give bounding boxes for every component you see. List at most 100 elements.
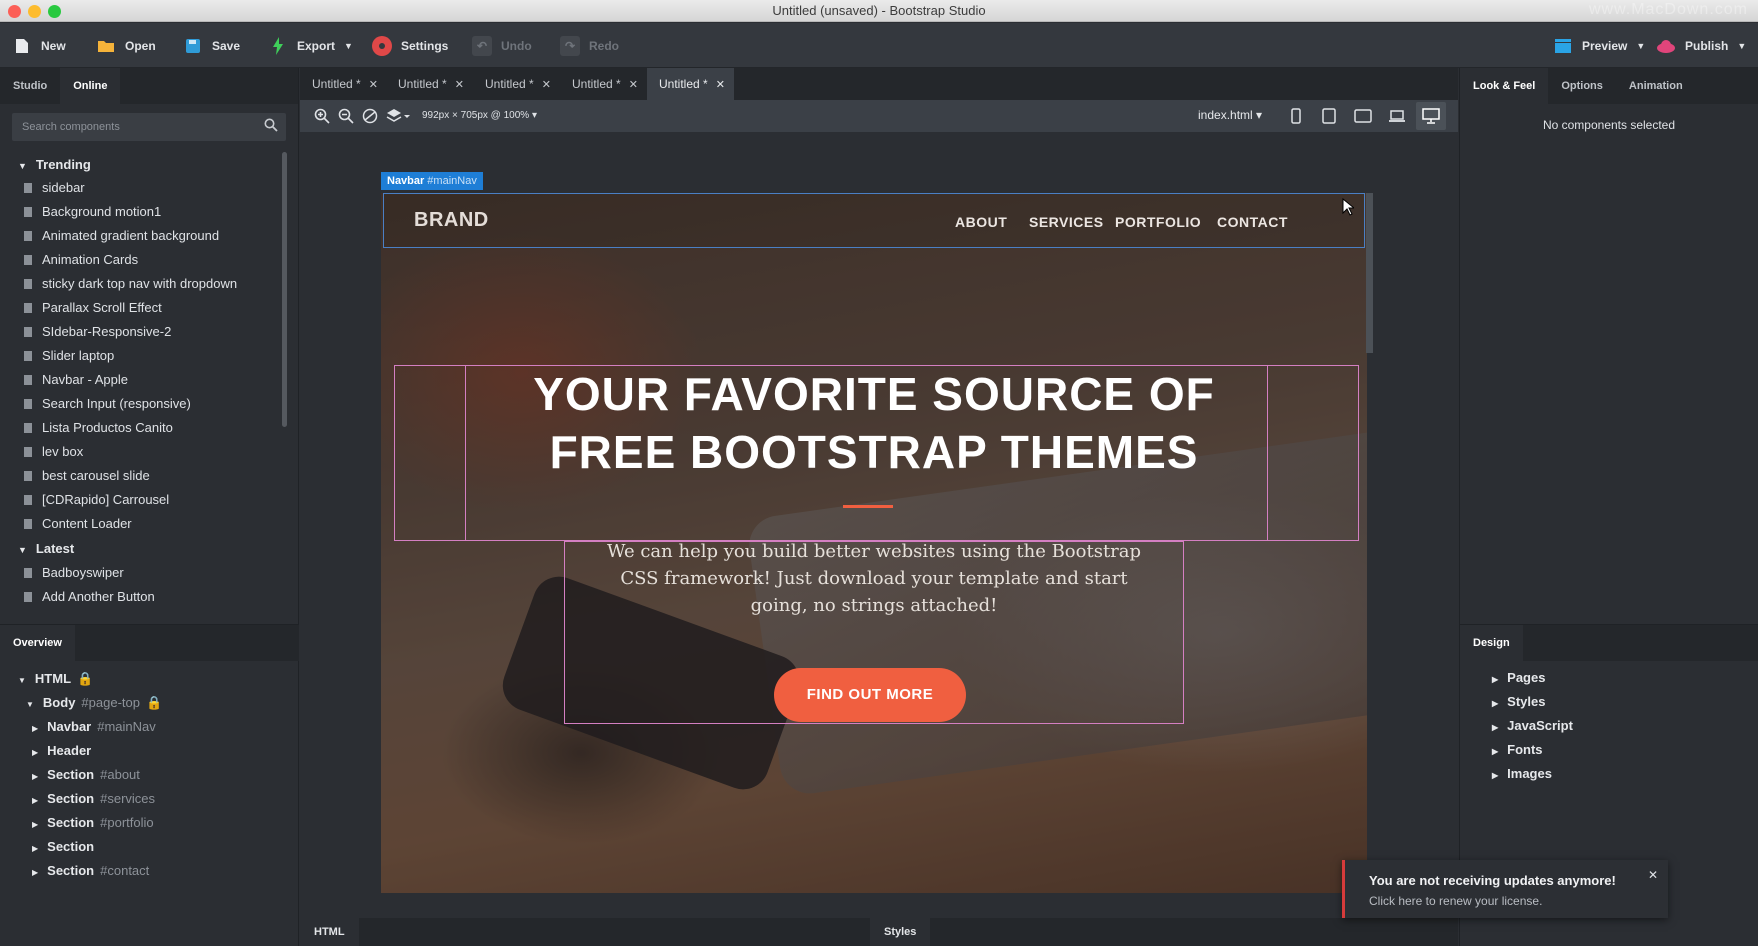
nav-link-contact[interactable]: CONTACT [1217, 214, 1288, 230]
close-tab-icon[interactable]: ✕ [369, 79, 378, 91]
navbar-brand[interactable]: BRAND [414, 209, 489, 232]
outline-toggle-icon[interactable] [362, 108, 378, 129]
page-file-dropdown[interactable]: index.html ▾ [1198, 108, 1262, 122]
component-item[interactable]: best carousel slide [24, 468, 150, 483]
component-item[interactable]: lev box [24, 444, 83, 459]
tab-overview[interactable]: Overview [0, 625, 75, 661]
tree-node[interactable]: ▶ Section [32, 839, 100, 854]
caret-right-icon: ▶ [32, 868, 39, 877]
tablet-landscape-view-icon[interactable] [1354, 108, 1372, 129]
document-tab[interactable]: Untitled * ✕ [560, 68, 647, 100]
component-item[interactable]: Background motion1 [24, 204, 161, 219]
new-button[interactable]: New [12, 34, 66, 58]
component-item[interactable]: Parallax Scroll Effect [24, 300, 162, 315]
layers-icon[interactable] [386, 108, 410, 129]
close-window-button[interactable] [8, 5, 21, 18]
desktop-view-button[interactable] [1416, 102, 1446, 130]
tree-node[interactable]: ▶ Section #about [32, 767, 140, 782]
component-item[interactable]: Add Another Button [24, 589, 155, 604]
design-item-javascript[interactable]: ▶ JavaScript [1492, 718, 1573, 733]
zoom-out-icon[interactable] [338, 108, 354, 129]
close-tab-icon[interactable]: ✕ [455, 79, 464, 91]
bottom-tabs: HTML Styles [300, 918, 1458, 946]
minimize-window-button[interactable] [28, 5, 41, 18]
export-button[interactable]: Export ▼ [268, 34, 353, 58]
open-button[interactable]: Open [96, 34, 156, 58]
search-icon[interactable] [264, 113, 278, 141]
tab-look-and-feel[interactable]: Look & Feel [1460, 68, 1549, 104]
tree-node[interactable]: ▶ Section #contact [32, 863, 149, 878]
component-item[interactable]: Search Input (responsive) [24, 396, 191, 411]
document-tab-active[interactable]: Untitled * ✕ [647, 68, 734, 100]
nav-link-services[interactable]: SERVICES [1029, 214, 1104, 230]
zoom-window-button[interactable] [48, 5, 61, 18]
publish-label: Publish [1685, 39, 1729, 53]
preview-button[interactable]: Preview ▼ [1553, 34, 1645, 58]
license-toast[interactable]: You are not receiving updates anymore! C… [1342, 860, 1668, 918]
component-item[interactable]: sticky dark top nav with dropdown [24, 276, 237, 291]
design-item-images[interactable]: ▶ Images [1492, 766, 1552, 781]
latest-group[interactable]: ▼ Latest [18, 541, 74, 556]
tablet-view-icon[interactable] [1322, 108, 1336, 129]
component-item[interactable]: SIdebar-Responsive-2 [24, 324, 171, 339]
title-bar: Untitled (unsaved) - Bootstrap Studio [0, 0, 1758, 22]
page-preview[interactable]: BRAND ABOUT SERVICES PORTFOLIO CONTACT Y… [381, 193, 1367, 893]
watermark: www.MacDown.com [1588, 1, 1748, 18]
component-item[interactable]: Animation Cards [24, 252, 138, 267]
tab-styles-editor[interactable]: Styles [870, 918, 931, 946]
component-item[interactable]: Lista Productos Canito [24, 420, 173, 435]
component-item[interactable]: Animated gradient background [24, 228, 219, 243]
tree-node[interactable]: ▶ Section #portfolio [32, 815, 154, 830]
component-item[interactable]: [CDRapido] Carrousel [24, 492, 169, 507]
zoom-in-icon[interactable] [314, 108, 330, 129]
save-button[interactable]: Save [183, 34, 240, 58]
phone-view-icon[interactable] [1290, 108, 1302, 129]
laptop-view-icon[interactable] [1388, 108, 1406, 129]
tree-node[interactable]: ▶ Header [32, 743, 97, 758]
tab-html-editor[interactable]: HTML [300, 918, 359, 946]
tab-animation[interactable]: Animation [1616, 68, 1696, 104]
canvas-size-dropdown[interactable]: 992px × 705px @ 100% ▾ [422, 110, 537, 121]
document-tab[interactable]: Untitled * ✕ [386, 68, 473, 100]
component-item[interactable]: sidebar [24, 180, 85, 195]
tab-design[interactable]: Design [1460, 625, 1523, 661]
find-out-more-button[interactable]: FIND OUT MORE [774, 668, 966, 722]
desktop-view-icon [1422, 108, 1440, 124]
tree-node[interactable]: ▶ Navbar #mainNav [32, 719, 156, 734]
undo-button[interactable]: ↶ Undo [472, 34, 532, 58]
design-item-styles[interactable]: ▶ Styles [1492, 694, 1545, 709]
toast-message[interactable]: Click here to renew your license. [1369, 894, 1542, 908]
close-tab-icon[interactable]: ✕ [542, 79, 551, 91]
document-tab[interactable]: Untitled * ✕ [300, 68, 386, 100]
close-tab-icon[interactable]: ✕ [629, 79, 638, 91]
nav-link-about[interactable]: ABOUT [955, 214, 1007, 230]
hero-lead-text[interactable]: We can help you build better websites us… [591, 538, 1157, 619]
search-input[interactable]: Search components [12, 113, 286, 141]
redo-button[interactable]: ↷ Redo [560, 34, 619, 58]
component-item[interactable]: Navbar - Apple [24, 372, 128, 387]
design-item-fonts[interactable]: ▶ Fonts [1492, 742, 1543, 757]
component-item[interactable]: Content Loader [24, 516, 132, 531]
close-tab-icon[interactable]: ✕ [716, 79, 725, 91]
tab-studio[interactable]: Studio [0, 68, 60, 104]
component-item[interactable]: Slider laptop [24, 348, 114, 363]
publish-button[interactable]: Publish ▼ [1656, 34, 1746, 58]
component-item[interactable]: Badboyswiper [24, 565, 124, 580]
tree-node-body[interactable]: ▼ Body #page-top 🔒 [26, 695, 162, 711]
tab-online[interactable]: Online [60, 68, 121, 104]
page-scrollbar[interactable] [1366, 193, 1373, 353]
settings-button[interactable]: Settings [372, 34, 448, 58]
main-navbar[interactable]: BRAND ABOUT SERVICES PORTFOLIO CONTACT [383, 193, 1365, 248]
nav-link-portfolio[interactable]: PORTFOLIO [1115, 214, 1201, 230]
trending-group[interactable]: ▼ Trending [18, 157, 91, 172]
redo-icon: ↷ [560, 36, 580, 56]
tab-options[interactable]: Options [1548, 68, 1616, 104]
tree-node-html[interactable]: ▼ HTML 🔒 [18, 671, 93, 687]
document-tab[interactable]: Untitled * ✕ [473, 68, 560, 100]
tree-node[interactable]: ▶ Section #services [32, 791, 155, 806]
design-item-pages[interactable]: ▶ Pages [1492, 670, 1545, 685]
close-icon[interactable]: ✕ [1648, 868, 1658, 882]
hero-heading[interactable]: YOUR FAVORITE SOURCE OF FREE BOOTSTRAP TH… [381, 365, 1367, 481]
selected-element-label: Navbar #mainNav [381, 172, 483, 190]
components-scrollbar[interactable] [282, 152, 287, 427]
